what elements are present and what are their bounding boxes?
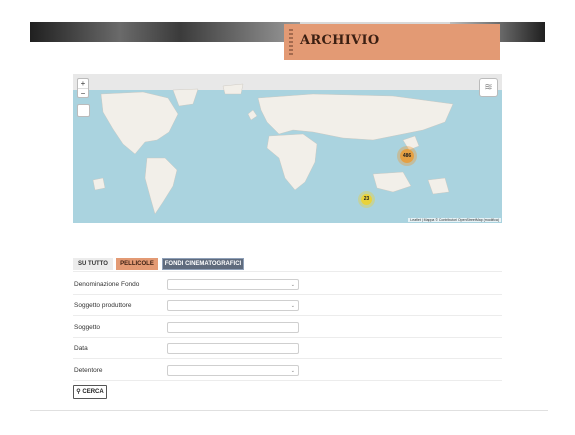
tab-fondi-cinematografici[interactable]: FONDI CINEMATOGRAFICI [162, 258, 244, 270]
zoom-in-button[interactable]: + [78, 79, 88, 89]
map-cluster-marker[interactable]: 486 [400, 149, 414, 163]
map-cluster-marker[interactable]: 23 [361, 194, 372, 205]
world-map-land [92, 83, 454, 215]
field-label-data: Data [74, 345, 88, 352]
detentore-select[interactable]: ⌄ [167, 365, 299, 376]
divider [73, 315, 502, 316]
divider [73, 337, 502, 338]
divider [73, 380, 502, 381]
search-button-label: CERCA [82, 389, 104, 395]
divider [73, 271, 502, 272]
map-attribution: Leaflet | Mappa © Contributori OpenStree… [408, 218, 501, 222]
archive-title-tab: ARCHIVIO [284, 24, 500, 60]
divider [73, 294, 502, 295]
field-label-detentore: Detentore [74, 367, 103, 374]
divider [73, 358, 502, 359]
tab-su-tutto[interactable]: SU TUTTO [73, 258, 113, 270]
search-icon: ⚲ [76, 389, 81, 395]
map-draw-button[interactable] [77, 104, 90, 117]
decoration-dots-icon [289, 29, 293, 55]
soggetto-produttore-select[interactable]: ⌄ [167, 300, 299, 311]
search-button[interactable]: ⚲ CERCA [73, 385, 107, 399]
soggetto-input[interactable] [167, 322, 299, 333]
chevron-down-icon: ⌄ [290, 303, 295, 309]
footer-divider [30, 410, 548, 411]
map[interactable]: + − ≋ Leaflet | Mappa © Contributori Ope… [73, 74, 502, 223]
data-input[interactable] [167, 343, 299, 354]
tab-pellicole[interactable]: PELLICOLE [116, 258, 158, 270]
zoom-out-button[interactable]: − [78, 89, 88, 98]
page-title: ARCHIVIO [300, 33, 380, 48]
field-label-soggetto-produttore: Soggetto produttore [74, 302, 132, 309]
chevron-down-icon: ⌄ [290, 368, 295, 374]
field-label-soggetto: Soggetto [74, 324, 101, 331]
zoom-control: + − [77, 78, 89, 98]
layers-icon[interactable]: ≋ [479, 78, 498, 97]
chevron-down-icon: ⌄ [290, 282, 295, 288]
denominazione-fondo-select[interactable]: ⌄ [167, 279, 299, 290]
field-label-denominazione-fondo: Denominazione Fondo [74, 281, 140, 288]
